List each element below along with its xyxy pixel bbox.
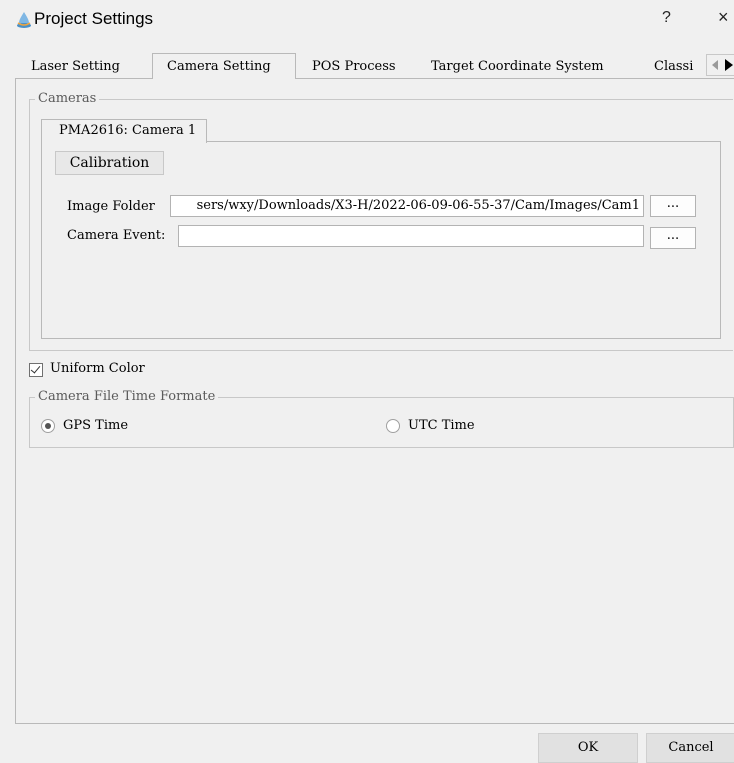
window-title: Project Settings — [34, 9, 154, 28]
image-folder-browse-button[interactable]: ... — [650, 195, 696, 217]
uniform-color-label[interactable]: Uniform Color — [50, 361, 145, 376]
cameras-group-label: Cameras — [35, 91, 100, 106]
tab-pos-process[interactable]: POS Process — [312, 54, 412, 78]
tab-classification[interactable]: Classi — [654, 54, 706, 78]
time-format-group-label: Camera File Time Formate — [35, 389, 219, 404]
arrow-left-icon[interactable] — [709, 58, 721, 72]
help-button[interactable]: ? — [662, 9, 671, 27]
camera-tab-label: PMA2616: Camera 1 — [59, 123, 197, 138]
time-format-group — [29, 397, 734, 448]
utc-time-radio[interactable] — [386, 419, 400, 433]
camera-event-input[interactable] — [178, 225, 644, 247]
tab-scroll-buttons — [706, 54, 734, 76]
cancel-button[interactable]: Cancel — [646, 733, 734, 763]
tab-target-coordinate-system[interactable]: Target Coordinate System — [431, 54, 636, 78]
title-bar: Project Settings ? × — [0, 0, 734, 40]
app-icon — [17, 12, 31, 28]
tab-bar-divider — [15, 78, 734, 79]
gps-time-radio[interactable] — [41, 419, 55, 433]
image-folder-label: Image Folder — [67, 199, 155, 214]
utc-time-label[interactable]: UTC Time — [408, 418, 475, 433]
camera-event-browse-button[interactable]: ... — [650, 227, 696, 249]
image-folder-input[interactable]: sers/wxy/Downloads/X3-H/2022-06-09-06-55… — [170, 195, 644, 217]
image-folder-value: sers/wxy/Downloads/X3-H/2022-06-09-06-55… — [196, 198, 640, 213]
tab-camera-setting[interactable]: Camera Setting — [152, 53, 296, 79]
gps-time-label[interactable]: GPS Time — [63, 418, 128, 433]
uniform-color-checkbox[interactable] — [29, 363, 43, 377]
tab-camera-1[interactable]: PMA2616: Camera 1 — [41, 119, 207, 143]
camera-event-label: Camera Event: — [67, 228, 166, 243]
calibration-button[interactable]: Calibration — [55, 151, 164, 175]
tab-laser-setting[interactable]: Laser Setting — [31, 54, 149, 78]
arrow-right-icon[interactable] — [723, 58, 734, 72]
close-icon[interactable]: × — [718, 7, 729, 28]
ok-button[interactable]: OK — [538, 733, 638, 763]
